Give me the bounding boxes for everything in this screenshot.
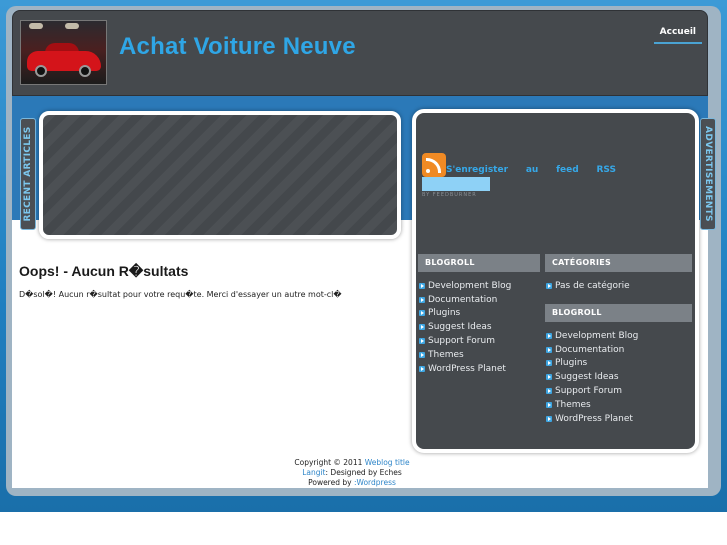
logo-car-image[interactable]: [20, 20, 107, 85]
blogroll-link[interactable]: Development Blog: [419, 279, 511, 293]
link-label: Plugins: [428, 308, 461, 319]
arrow-bullet-icon: [419, 351, 425, 358]
blogroll-header-left: BLOGROLL: [418, 254, 540, 272]
blogroll-link[interactable]: Themes: [419, 348, 511, 362]
arrow-bullet-icon: [419, 310, 425, 317]
feedburner-caption: BY FEEDBURNER: [422, 192, 477, 198]
site-title[interactable]: Achat Voiture Neuve: [119, 33, 356, 61]
link-label: Themes: [555, 399, 591, 410]
powered-by-text: Powered by: [308, 478, 352, 487]
category-link[interactable]: Pas de catégorie: [546, 279, 630, 293]
arrow-bullet-icon: [419, 338, 425, 345]
blogroll-link[interactable]: WordPress Planet: [419, 362, 511, 376]
blogroll-link[interactable]: Documentation: [419, 293, 511, 307]
link-label: Documentation: [428, 294, 498, 305]
arrow-bullet-icon: [419, 296, 425, 303]
show-light: [29, 23, 43, 29]
link-label: WordPress Planet: [428, 363, 506, 374]
feed-count-badge[interactable]: [422, 177, 490, 191]
blogroll-link[interactable]: WordPress Planet: [546, 412, 638, 426]
blogroll-link[interactable]: Suggest Ideas: [546, 370, 638, 384]
recent-articles-label: RECENT ARTICLES: [23, 126, 33, 222]
blogroll-link[interactable]: Support Forum: [419, 334, 511, 348]
link-label: WordPress Planet: [555, 413, 633, 424]
featured-slider[interactable]: [39, 111, 401, 239]
main-content: RECENT ARTICLES ADVERTISEMENTS Oops! - A…: [12, 96, 716, 488]
link-label: Documentation: [555, 344, 625, 355]
blogroll-list-left: Development Blog Documentation Plugins S…: [419, 279, 511, 376]
arrow-bullet-icon: [546, 346, 552, 353]
link-label: Plugins: [555, 358, 588, 369]
designed-by-text: : Designed by Eches: [325, 468, 402, 477]
advertisements-label: ADVERTISEMENTS: [703, 126, 713, 222]
blogroll-header-right: BLOGROLL: [545, 304, 692, 322]
rss-word: RSS: [596, 165, 616, 175]
copyright-text: Copyright © 2011: [294, 458, 363, 467]
arrow-bullet-icon: [546, 360, 552, 367]
footer-line-3: Powered by :Wordpress: [282, 478, 422, 488]
blogroll-link[interactable]: Development Blog: [546, 329, 638, 343]
link-label: Development Blog: [428, 280, 512, 291]
blogroll-link[interactable]: Themes: [546, 398, 638, 412]
rss-icon[interactable]: [422, 153, 446, 177]
advertisements-tab[interactable]: ADVERTISEMENTS: [700, 118, 716, 230]
post-title: Oops! - Aucun R�sultats: [19, 263, 189, 279]
blogroll-link[interactable]: Support Forum: [546, 384, 638, 398]
arrow-bullet-icon: [419, 365, 425, 372]
arrow-bullet-icon: [419, 324, 425, 331]
blogroll-link[interactable]: Documentation: [546, 343, 638, 357]
arrow-bullet-icon: [546, 401, 552, 408]
nav-home-link[interactable]: Accueil: [653, 25, 702, 44]
show-light: [65, 23, 79, 29]
arrow-bullet-icon: [546, 282, 552, 289]
link-label: Suggest Ideas: [428, 322, 492, 333]
blogroll-link[interactable]: Plugins: [546, 357, 638, 371]
footer-line-2: Langit: Designed by Eches: [282, 468, 422, 478]
arrow-bullet-icon: [546, 374, 552, 381]
blogroll-link[interactable]: Plugins: [419, 307, 511, 321]
categories-list: Pas de catégorie: [546, 279, 630, 293]
link-label: Support Forum: [555, 386, 622, 397]
arrow-bullet-icon: [546, 415, 552, 422]
arrow-bullet-icon: [546, 388, 552, 395]
site-header: Achat Voiture Neuve Accueil: [12, 10, 708, 96]
rss-subscribe-link[interactable]: S'enregister au feed RSS: [446, 165, 616, 175]
blogroll-list-right: Development Blog Documentation Plugins S…: [546, 329, 638, 426]
link-label: Support Forum: [428, 336, 495, 347]
rss-word: feed: [556, 165, 579, 175]
site-footer: Copyright © 2011 Weblog title Langit: De…: [282, 458, 422, 488]
sidebar: S'enregister au feed RSS BY FEEDBURNER B…: [412, 109, 699, 453]
link-label: Pas de catégorie: [555, 280, 630, 291]
link-label: Suggest Ideas: [555, 372, 619, 383]
car-wheel: [35, 65, 47, 77]
rss-word: S'enregister: [446, 165, 509, 175]
rss-word: au: [525, 165, 539, 175]
arrow-bullet-icon: [419, 282, 425, 289]
footer-line-1: Copyright © 2011 Weblog title: [282, 458, 422, 468]
car-wheel: [79, 65, 91, 77]
wordpress-link[interactable]: :Wordpress: [354, 478, 396, 487]
designer-link[interactable]: Langit: [302, 468, 325, 477]
categories-header: CATÉGORIES: [545, 254, 692, 272]
arrow-bullet-icon: [546, 332, 552, 339]
blog-title-link[interactable]: Weblog title: [365, 458, 410, 467]
post-body: D�sol�! Aucun r�sultat pour votre requ�t…: [19, 290, 342, 299]
blogroll-link[interactable]: Suggest Ideas: [419, 320, 511, 334]
link-label: Themes: [428, 349, 464, 360]
recent-articles-tab[interactable]: RECENT ARTICLES: [20, 118, 36, 230]
link-label: Development Blog: [555, 330, 639, 341]
